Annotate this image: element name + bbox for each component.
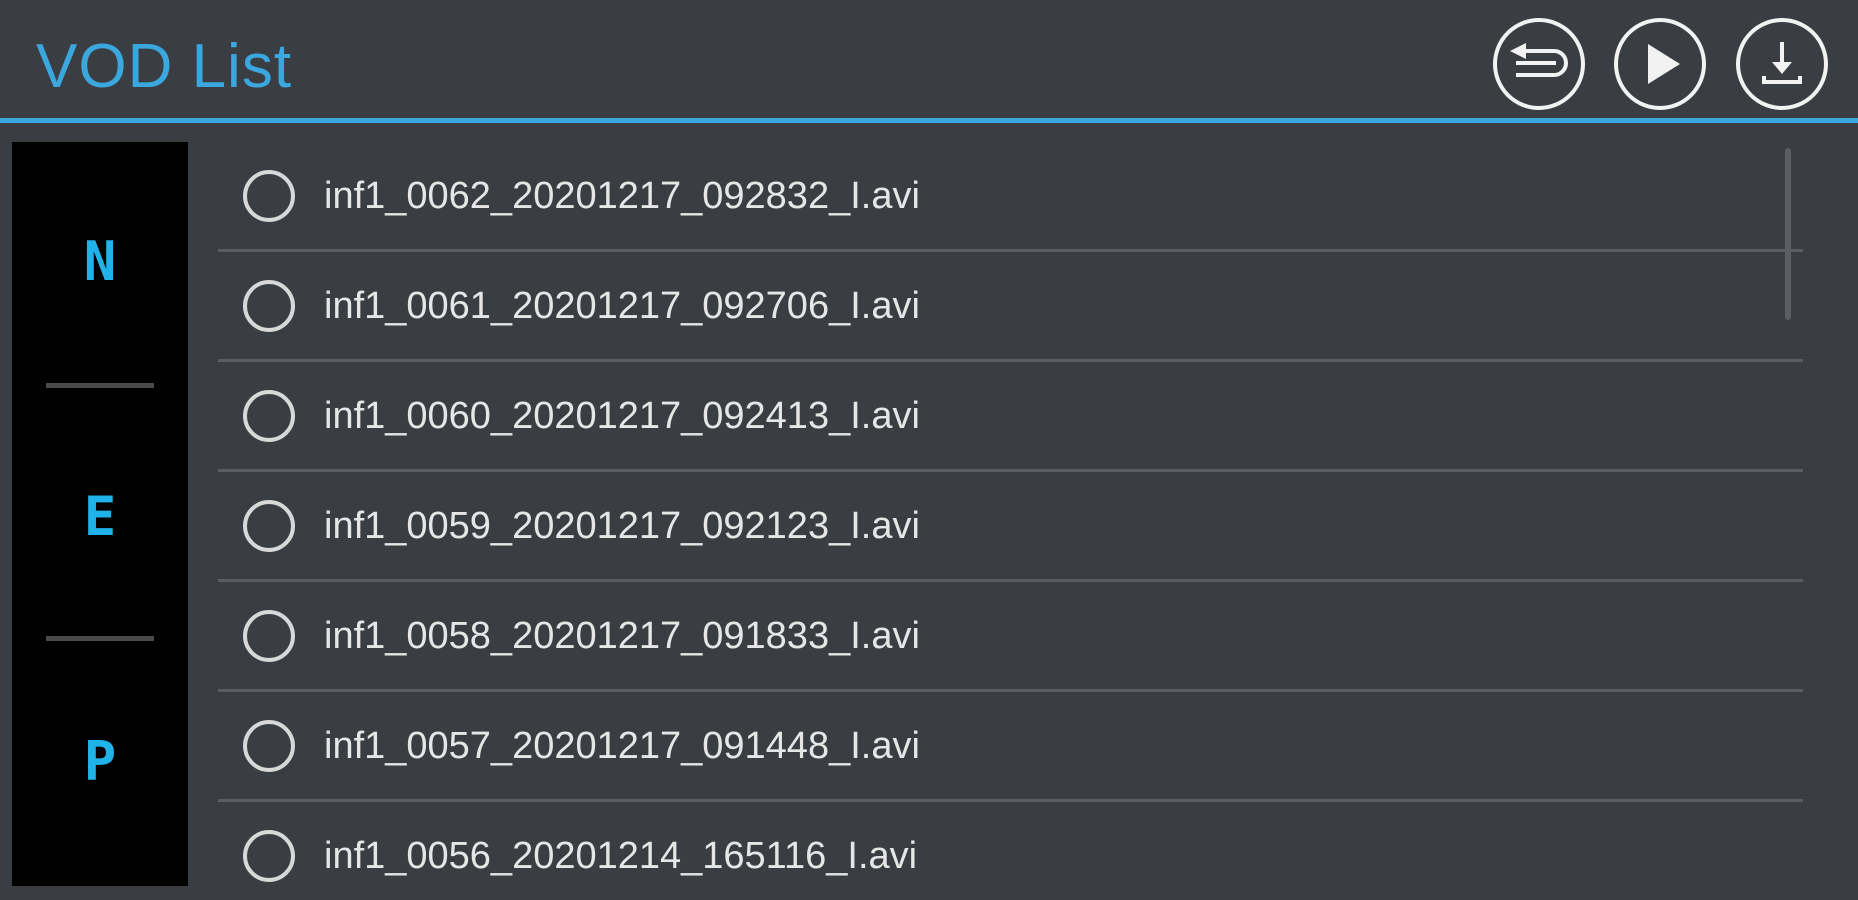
- play-button[interactable]: [1614, 18, 1706, 110]
- side-divider: [46, 383, 154, 388]
- side-button-e[interactable]: E: [12, 485, 188, 548]
- list-item[interactable]: inf1_0056_20201214_165116_I.avi: [218, 802, 1803, 900]
- header-divider: [0, 118, 1858, 123]
- side-divider: [46, 636, 154, 641]
- download-button[interactable]: [1736, 18, 1828, 110]
- download-icon: [1754, 36, 1810, 92]
- back-icon: [1506, 39, 1572, 89]
- radio-button[interactable]: [243, 830, 295, 882]
- back-button[interactable]: [1493, 18, 1585, 110]
- file-name: inf1_0061_20201217_092706_I.avi: [324, 285, 920, 327]
- radio-button[interactable]: [243, 500, 295, 552]
- file-name: inf1_0062_20201217_092832_I.avi: [324, 175, 920, 217]
- vod-file-list[interactable]: inf1_0062_20201217_092832_I.avi inf1_006…: [218, 142, 1803, 900]
- list-item[interactable]: inf1_0060_20201217_092413_I.avi: [218, 362, 1803, 472]
- list-item[interactable]: inf1_0062_20201217_092832_I.avi: [218, 142, 1803, 252]
- header-bar: VOD List: [0, 0, 1858, 118]
- page-title: VOD List: [36, 32, 293, 101]
- radio-button[interactable]: [243, 170, 295, 222]
- file-name: inf1_0059_20201217_092123_I.avi: [324, 505, 920, 547]
- nep-side-panel: N E P: [12, 142, 188, 886]
- list-scrollbar[interactable]: [1785, 148, 1791, 320]
- radio-button[interactable]: [243, 720, 295, 772]
- play-icon: [1632, 36, 1688, 92]
- file-name: inf1_0060_20201217_092413_I.avi: [324, 395, 920, 437]
- radio-button[interactable]: [243, 390, 295, 442]
- radio-button[interactable]: [243, 280, 295, 332]
- file-name: inf1_0058_20201217_091833_I.avi: [324, 615, 920, 657]
- file-name: inf1_0057_20201217_091448_I.avi: [324, 725, 920, 767]
- list-item[interactable]: inf1_0059_20201217_092123_I.avi: [218, 472, 1803, 582]
- side-button-p[interactable]: P: [12, 730, 188, 793]
- list-item[interactable]: inf1_0061_20201217_092706_I.avi: [218, 252, 1803, 362]
- list-item[interactable]: inf1_0057_20201217_091448_I.avi: [218, 692, 1803, 802]
- side-button-n[interactable]: N: [12, 230, 188, 293]
- radio-button[interactable]: [243, 610, 295, 662]
- list-item[interactable]: inf1_0058_20201217_091833_I.avi: [218, 582, 1803, 692]
- vod-list-screen: VOD List N E P inf1_0062_20201217_092832…: [0, 0, 1858, 900]
- file-name: inf1_0056_20201214_165116_I.avi: [324, 835, 918, 877]
